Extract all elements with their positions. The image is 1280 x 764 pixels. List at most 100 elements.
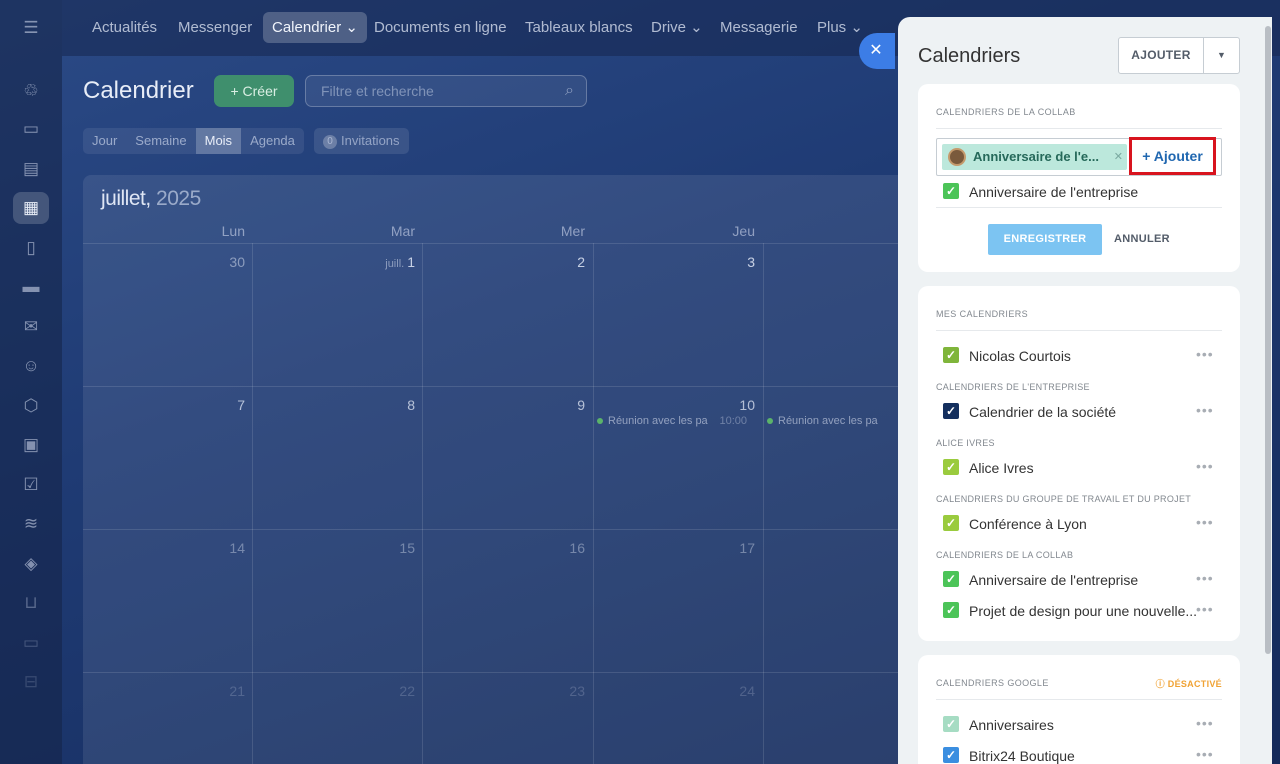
calendar-item[interactable]: ✓ Bitrix24 Boutique •••	[943, 746, 1233, 764]
document-icon[interactable]: ▯	[13, 232, 49, 264]
calendar-item[interactable]: ✓ Conférence à Lyon •••	[943, 514, 1233, 534]
divider	[936, 207, 1222, 208]
add-collab-link[interactable]: + Ajouter	[1129, 137, 1216, 175]
whiteboard-icon[interactable]: ▣	[13, 429, 49, 461]
nav-calendar[interactable]: Calendrier ⌄	[263, 12, 367, 43]
nav-news[interactable]: Actualités	[83, 12, 166, 43]
warning-icon: ⓘ	[1155, 679, 1165, 689]
remove-tag-icon[interactable]: ✕	[1114, 144, 1123, 170]
day-cell[interactable]: 3	[595, 254, 755, 270]
more-options-icon[interactable]: •••	[1196, 744, 1214, 764]
close-panel-button[interactable]: ✕	[859, 33, 895, 69]
checkbox-checked-icon[interactable]: ✓	[943, 571, 959, 587]
day-cell[interactable]: 14	[85, 540, 245, 556]
search-input[interactable]: Filtre et recherche ⌕	[305, 75, 587, 107]
view-switcher: Jour Semaine Mois Agenda	[83, 128, 304, 154]
contacts-icon[interactable]: ☺	[13, 350, 49, 382]
checkbox-checked-icon[interactable]: ✓	[943, 602, 959, 618]
calendar-item[interactable]: ✓ Anniversaires •••	[943, 715, 1233, 735]
automation-icon[interactable]: ⊟	[13, 666, 49, 698]
cube-icon[interactable]: ◈	[13, 548, 49, 580]
more-options-icon[interactable]: •••	[1196, 713, 1214, 733]
view-agenda[interactable]: Agenda	[241, 128, 304, 154]
panel-scrollbar[interactable]	[1265, 26, 1271, 654]
calendar-icon[interactable]: ▦	[13, 192, 49, 224]
nav-drive[interactable]: Drive ⌄	[642, 12, 712, 43]
nav-messenger[interactable]: Messenger	[169, 12, 261, 43]
checkbox-checked-icon[interactable]: ✓	[943, 347, 959, 363]
day-cell[interactable]: 30	[85, 254, 245, 270]
tag-label: Anniversaire de l'e...	[973, 149, 1099, 164]
more-options-icon[interactable]: •••	[1196, 456, 1214, 476]
calendar-item[interactable]: ✓ Anniversaire de l'entreprise	[943, 182, 1233, 202]
section-label: ALICE IVRES	[936, 438, 995, 448]
grid-line	[593, 243, 594, 764]
save-button[interactable]: ENREGISTRER	[988, 224, 1102, 255]
day-cell[interactable]: 23	[425, 683, 585, 699]
day-cell[interactable]: 24	[595, 683, 755, 699]
section-label: CALENDRIERS DE LA COLLAB	[936, 550, 1074, 560]
view-month[interactable]: Mois	[195, 128, 242, 154]
nav-whiteboards[interactable]: Tableaux blancs	[516, 12, 642, 43]
more-options-icon[interactable]: •••	[1196, 344, 1214, 364]
day-cell[interactable]: 7	[85, 397, 245, 413]
view-day[interactable]: Jour	[83, 128, 126, 154]
checkbox-checked-icon[interactable]: ✓	[943, 716, 959, 732]
tasks-icon[interactable]: ☑	[13, 469, 49, 501]
view-week[interactable]: Semaine	[126, 128, 195, 154]
day-cell[interactable]: 10	[595, 397, 755, 413]
checkbox-checked-icon[interactable]: ✓	[943, 403, 959, 419]
nav-online-documents[interactable]: Documents en ligne	[365, 12, 516, 43]
mail-icon[interactable]: ✉	[13, 311, 49, 343]
collab-selector-input[interactable]: Anniversaire de l'e... ✕ + Ajouter	[936, 137, 1222, 176]
day-cell[interactable]: 17	[595, 540, 755, 556]
feed-icon[interactable]: ▤	[13, 153, 49, 185]
day-cell[interactable]: 22	[255, 683, 415, 699]
more-options-icon[interactable]: •••	[1196, 512, 1214, 532]
day-cell[interactable]: 21	[85, 683, 245, 699]
day-cell[interactable]: 9	[425, 397, 585, 413]
calendar-item-label: Anniversaire de l'entreprise	[969, 572, 1139, 588]
add-calendar-label[interactable]: AJOUTER	[1119, 38, 1204, 73]
calendar-item[interactable]: ✓ Projet de design pour une nouvelle... …	[943, 601, 1233, 621]
calendar-item-label: Calendrier de la société	[969, 404, 1117, 420]
day-cell[interactable]: 2	[425, 254, 585, 270]
calendar-item-label: Anniversaires	[969, 717, 1054, 733]
workgroups-icon[interactable]: ⬡	[13, 390, 49, 422]
checkbox-checked-icon[interactable]: ✓	[943, 747, 959, 763]
more-options-icon[interactable]: •••	[1196, 400, 1214, 420]
sites-icon[interactable]: ▭	[13, 627, 49, 659]
filter-icon[interactable]: ≋	[13, 508, 49, 540]
chat-icon[interactable]: ▭	[13, 113, 49, 145]
day-cell[interactable]: 15	[255, 540, 415, 556]
checkbox-checked-icon[interactable]: ✓	[943, 183, 959, 199]
invitations-button[interactable]: 0 Invitations	[314, 128, 409, 154]
day-cell[interactable]: 16	[425, 540, 585, 556]
drive-icon[interactable]: ▬	[13, 271, 49, 303]
close-icon: ✕	[869, 42, 883, 59]
add-calendar-button[interactable]: AJOUTER ▼	[1118, 37, 1240, 74]
nav-mail[interactable]: Messagerie	[711, 12, 807, 43]
day-cell[interactable]: 8	[255, 397, 415, 413]
checkbox-checked-icon[interactable]: ✓	[943, 515, 959, 531]
more-options-icon[interactable]: •••	[1196, 599, 1214, 619]
cart-icon[interactable]: ⊔	[13, 587, 49, 619]
more-options-icon[interactable]: •••	[1196, 568, 1214, 588]
weekday-header: Jeu	[732, 223, 755, 239]
calendar-item[interactable]: ✓ Anniversaire de l'entreprise •••	[943, 570, 1233, 590]
create-button[interactable]: + Créer	[214, 75, 294, 107]
chevron-down-icon[interactable]: ▼	[1204, 38, 1239, 73]
checkbox-checked-icon[interactable]: ✓	[943, 459, 959, 475]
calendar-item[interactable]: ✓ Nicolas Courtois •••	[943, 346, 1233, 366]
activity-icon[interactable]: ♲	[13, 75, 49, 107]
weekday-header: Mer	[560, 223, 585, 239]
grid-line	[422, 243, 423, 764]
google-calendars-card: CALENDRIERS GOOGLE ⓘ DÉSACTIVÉ ✓ Anniver…	[918, 655, 1240, 764]
calendar-item[interactable]: ✓ Calendrier de la société •••	[943, 402, 1233, 422]
calendar-item[interactable]: ✓ Alice Ivres •••	[943, 458, 1233, 478]
cancel-button[interactable]: ANNULER	[1114, 224, 1170, 255]
grid-line	[83, 386, 923, 387]
event-item[interactable]: Réunion avec les pa 10:00	[593, 415, 753, 427]
day-cell[interactable]: juill. 1	[255, 254, 415, 270]
menu-icon[interactable]: ☰	[13, 12, 49, 44]
